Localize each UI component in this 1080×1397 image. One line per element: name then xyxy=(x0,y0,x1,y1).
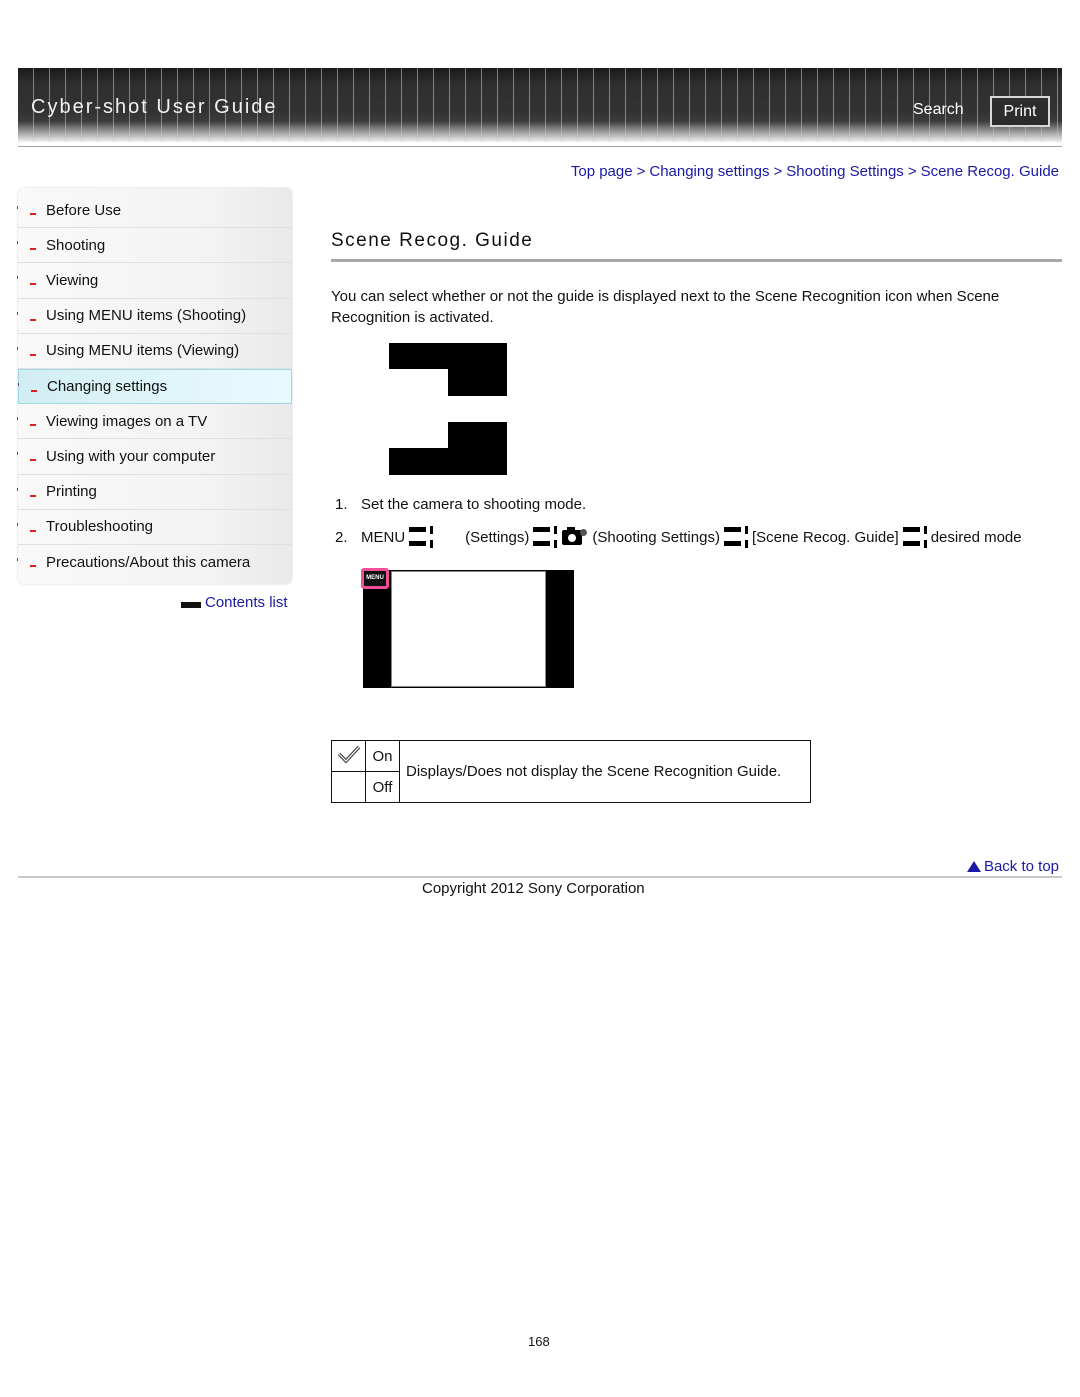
bullet-icon xyxy=(30,565,36,568)
option-off: Off xyxy=(365,771,400,803)
app-title: Cyber-shot User Guide xyxy=(31,96,278,118)
sidebar-item-label: Precautions/About this camera xyxy=(46,553,251,571)
sidebar-item-label: Shooting xyxy=(46,236,106,254)
breadcrumb-changing-settings[interactable]: Changing settings xyxy=(649,163,769,180)
sidebar-item-printing[interactable]: Printing xyxy=(17,475,292,510)
bullet-icon xyxy=(30,494,36,497)
bullet-icon xyxy=(30,283,36,286)
print-button[interactable]: Print xyxy=(990,96,1050,127)
tick-mark xyxy=(17,206,18,209)
sidebar-item-label: Troubleshooting xyxy=(46,518,154,536)
step-2: 2. MENU (Settings) (Shooting Settings) [… xyxy=(335,524,1022,550)
empty-marker-cell xyxy=(331,771,366,803)
sidebar-item-label: Printing xyxy=(46,483,97,501)
illustration-block xyxy=(389,448,507,475)
step-text: Set the camera to shooting mode. xyxy=(361,496,587,513)
bullet-icon xyxy=(30,248,36,251)
contents-list-link[interactable]: Contents list xyxy=(181,594,288,611)
sidebar-item-label: Viewing xyxy=(46,271,99,289)
bullet-icon xyxy=(30,353,36,356)
intro-paragraph: You can select whether or not the guide … xyxy=(331,288,1000,326)
tick-mark xyxy=(17,276,18,280)
title-divider xyxy=(331,259,1062,262)
step-part-scene-recog: [Scene Recog. Guide] xyxy=(751,528,899,546)
step-part-settings: (Settings) xyxy=(465,528,530,546)
sidebar-item-precautions[interactable]: Precautions/About this camera xyxy=(17,545,292,580)
option-row-on: On Displays/Does not display the Scene R… xyxy=(331,740,811,803)
tick-mark xyxy=(17,241,18,245)
step-number: 2. xyxy=(335,528,348,546)
breadcrumb-separator: > xyxy=(636,163,646,180)
screen-area xyxy=(391,571,546,687)
breadcrumb-separator: > xyxy=(773,163,783,180)
sidebar-item-menu-viewing[interactable]: Using MENU items (Viewing) xyxy=(17,334,292,369)
page-number: 168 xyxy=(528,1334,550,1349)
list-bar-icon xyxy=(181,601,201,608)
arrow-icon xyxy=(531,524,559,550)
sidebar-item-label: Using MENU items (Shooting) xyxy=(46,307,247,325)
sidebar-item-shooting[interactable]: Shooting xyxy=(17,228,292,264)
arrow-icon xyxy=(722,524,750,550)
camera-screen-illustration: MENU xyxy=(361,568,574,688)
option-on: On xyxy=(365,740,400,772)
search-link[interactable]: Search xyxy=(913,101,964,119)
step-1: 1. Set the camera to shooting mode. xyxy=(335,496,586,513)
tick-mark xyxy=(18,382,19,386)
sidebar-item-menu-shooting[interactable]: Using MENU items (Shooting) xyxy=(17,299,292,334)
step-part-desired-mode: desired mode xyxy=(930,528,1022,546)
tick-mark xyxy=(17,452,18,456)
step-number: 1. xyxy=(335,496,348,513)
options-table: On Displays/Does not display the Scene R… xyxy=(331,740,811,803)
tick-mark xyxy=(17,346,18,350)
arrow-icon xyxy=(901,524,929,550)
copyright: Copyright 2012 Sony Corporation xyxy=(422,880,645,897)
checkmark-icon xyxy=(337,745,360,764)
sidebar-item-label: Using MENU items (Viewing) xyxy=(46,342,240,360)
header-divider xyxy=(18,146,1062,147)
footer-divider xyxy=(18,876,1062,878)
bullet-icon xyxy=(30,318,36,321)
sidebar-item-label: Viewing images on a TV xyxy=(46,412,208,430)
breadcrumb-current-page[interactable]: Scene Recog. Guide xyxy=(921,163,1059,180)
default-marker-cell xyxy=(331,740,366,772)
step-part-shooting-settings: (Shooting Settings) xyxy=(592,528,720,546)
header-banner: Cyber-shot User Guide Search Print xyxy=(18,68,1062,142)
tick-mark xyxy=(17,311,18,315)
menu-button-highlight: MENU xyxy=(361,568,389,589)
sidebar-item-before-use[interactable]: Before Use xyxy=(17,193,292,229)
breadcrumb: Top page > Changing settings > Shooting Sett… xyxy=(571,163,1059,180)
step-part-menu: MENU xyxy=(361,528,406,546)
tick-mark xyxy=(17,557,18,561)
illustration-block xyxy=(448,343,507,396)
sidebar-item-troubleshooting[interactable]: Troubleshooting xyxy=(17,510,292,545)
scene-guide-illustration xyxy=(389,343,507,475)
sidebar-item-label: Changing settings xyxy=(47,378,168,396)
contents-list-label: Contents list xyxy=(205,594,288,611)
bullet-icon xyxy=(30,213,36,216)
camera-settings-icon xyxy=(561,526,589,548)
sidebar-item-viewing[interactable]: Viewing xyxy=(17,263,292,299)
tick-mark xyxy=(17,417,18,421)
tick-mark xyxy=(17,522,18,526)
sidebar-item-computer[interactable]: Using with your computer xyxy=(17,439,292,475)
page-title: Scene Recog. Guide xyxy=(331,230,534,251)
back-to-top-link[interactable]: Back to top xyxy=(966,858,1059,875)
tick-mark xyxy=(17,487,18,491)
sidebar-item-viewing-tv[interactable]: Viewing images on a TV xyxy=(17,404,292,440)
breadcrumb-top-page[interactable]: Top page xyxy=(571,163,633,180)
up-triangle-icon xyxy=(966,861,981,872)
breadcrumb-shooting-settings[interactable]: Shooting Settings xyxy=(786,163,904,180)
arrow-icon xyxy=(407,524,435,550)
sidebar-nav: Before Use Shooting Viewing Using MENU i… xyxy=(17,188,292,585)
back-to-top-label: Back to top xyxy=(983,858,1059,875)
option-description: Displays/Does not display the Scene Reco… xyxy=(399,740,811,803)
sidebar-item-label: Using with your computer xyxy=(46,447,216,465)
sidebar-item-label: Before Use xyxy=(46,201,122,219)
bullet-icon xyxy=(31,389,37,392)
bullet-icon xyxy=(30,424,36,427)
sidebar-item-changing-settings[interactable]: Changing settings xyxy=(18,368,292,405)
bullet-icon xyxy=(30,459,36,462)
bullet-icon xyxy=(30,529,36,532)
breadcrumb-separator: > xyxy=(907,163,917,180)
